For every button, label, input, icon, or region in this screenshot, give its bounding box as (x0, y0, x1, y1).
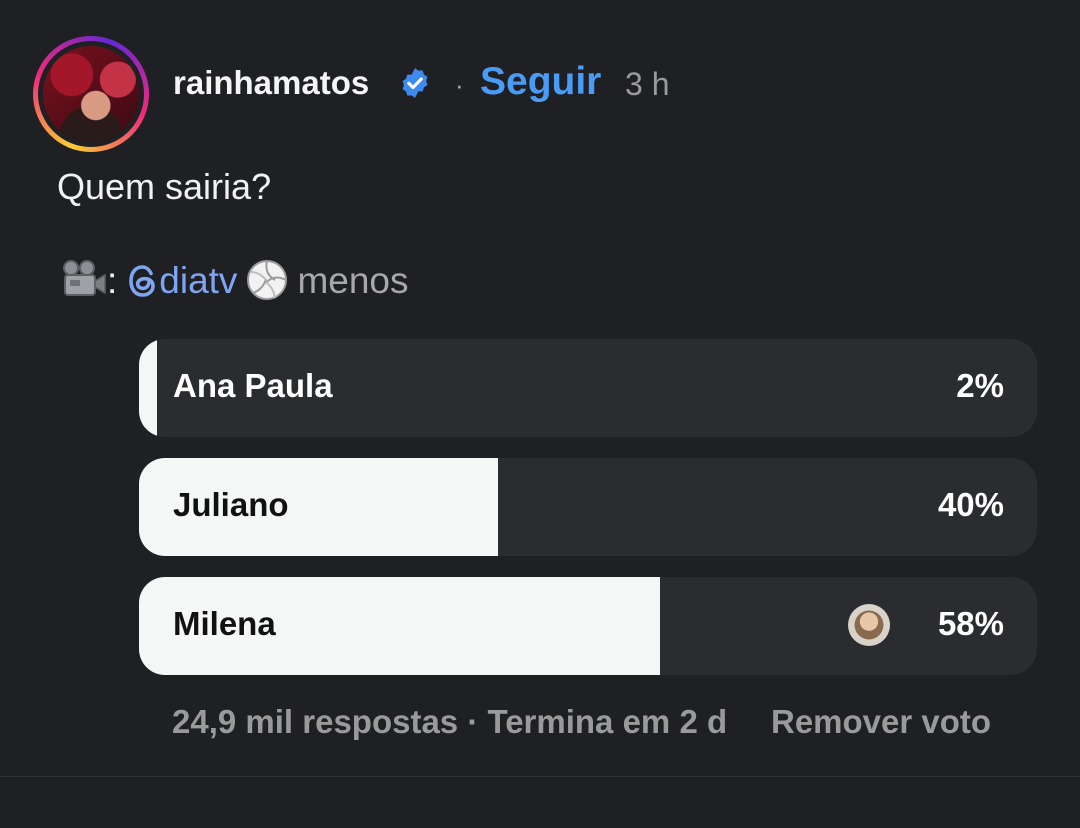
your-vote-avatar (848, 604, 890, 646)
post-credit-line: : diatv menos (57, 258, 409, 302)
avatar-ring-gap (38, 41, 144, 147)
credit-colon: : (107, 260, 118, 301)
poll-option-percent: 40% (937, 486, 1004, 523)
poll-bar-fill (139, 339, 157, 437)
poll-option-percent: 58% (937, 605, 1004, 642)
poll-option-label: Juliano (173, 486, 289, 523)
volleyball-icon (247, 260, 288, 300)
author-username[interactable]: rainhamatos (173, 64, 369, 102)
threads-logo-icon (129, 265, 156, 297)
poll-option-label: Ana Paula (173, 367, 333, 404)
credit-suffix: menos (297, 260, 409, 301)
verified-badge-icon (402, 68, 428, 98)
movie-camera-icon (63, 260, 106, 296)
avatar-photo (43, 46, 139, 142)
poll-option-percent: 2% (956, 367, 1004, 404)
poll-option-milena[interactable]: Milena 58% (139, 577, 1037, 675)
poll-option-juliano[interactable]: Juliano 40% (139, 458, 1037, 556)
poll-option-label: Milena (173, 605, 276, 642)
author-avatar[interactable] (33, 36, 149, 152)
poll-stats: 24,9 mil respostas · Termina em 2 d (172, 703, 728, 740)
post-timestamp: 3 h (625, 66, 670, 102)
post-divider (0, 776, 1080, 777)
remove-vote-button[interactable]: Remover voto (771, 703, 991, 741)
threads-post: rainhamatos · Seguir 3 h Quem sairia? : … (0, 0, 1080, 778)
separator-dot: · (455, 70, 464, 100)
post-text: Quem sairia? (57, 166, 272, 207)
mention-link[interactable]: diatv (159, 260, 237, 301)
follow-button[interactable]: Seguir (480, 60, 601, 104)
poll-option-ana-paula[interactable]: Ana Paula 2% (139, 339, 1037, 437)
